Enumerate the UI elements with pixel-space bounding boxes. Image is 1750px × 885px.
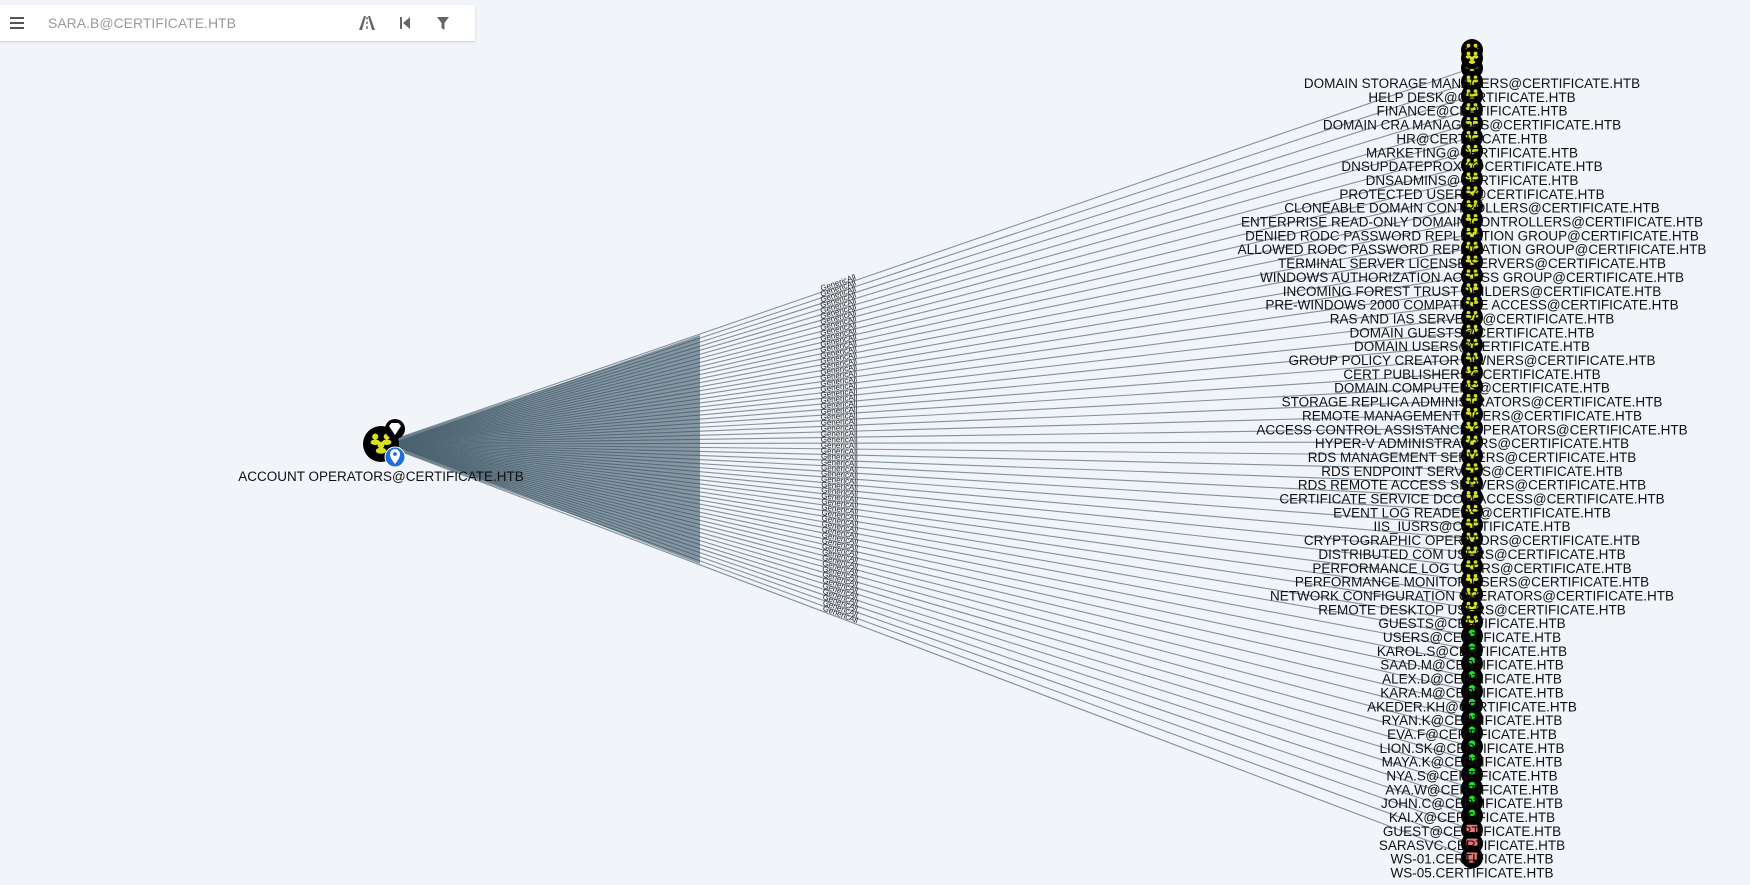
- node-label: MAYA.K@CERTIFICATE.HTB: [1382, 755, 1563, 770]
- node-label: DOMAIN STORAGE MANAGERS@CERTIFICATE.HTB: [1304, 76, 1640, 91]
- graph-canvas[interactable]: GenericAllGenericAllGenericAllGenericAll…: [0, 0, 1750, 885]
- node-label: ALLOWED RODC PASSWORD REPLICATION GROUP@…: [1238, 242, 1707, 257]
- node-label: DOMAIN GUESTS@CERTIFICATE.HTB: [1350, 325, 1595, 340]
- node-label: KAROL.S@CERTIFICATE.HTB: [1377, 644, 1567, 659]
- node-label: INCOMING FOREST TRUST BUILDERS@CERTIFICA…: [1283, 284, 1662, 299]
- node-label: PROTECTED USERS@CERTIFICATE.HTB: [1339, 187, 1604, 202]
- node-label: RYAN.K@CERTIFICATE.HTB: [1382, 713, 1563, 728]
- node-label: NETWORK CONFIGURATION OPERATORS@CERTIFIC…: [1270, 588, 1674, 603]
- edge-labels-layer: GenericAllGenericAllGenericAllGenericAll…: [819, 272, 859, 625]
- node-label: DNSADMINS@CERTIFICATE.HTB: [1366, 173, 1579, 188]
- node-label: SARASVC.CERTIFICATE.HTB: [1379, 838, 1565, 853]
- node-label: MARKETING@CERTIFICATE.HTB: [1366, 145, 1578, 160]
- node-label: DOMAIN CRA MANAGERS@CERTIFICATE.HTB: [1323, 118, 1621, 133]
- node-label: DENIED RODC PASSWORD REPLICATION GROUP@C…: [1245, 228, 1699, 243]
- group-node[interactable]: [1461, 47, 1483, 69]
- node-label: DISTRIBUTED COM USERS@CERTIFICATE.HTB: [1318, 547, 1625, 562]
- node-label: DOMAIN COMPUTERS@CERTIFICATE.HTB: [1334, 381, 1610, 396]
- node-label: WINDOWS AUTHORIZATION ACCESS GROUP@CERTI…: [1260, 270, 1684, 285]
- node-label: WS-05.CERTIFICATE.HTB: [1390, 865, 1553, 880]
- node-label: STORAGE REPLICA ADMINISTRATORS@CERTIFICA…: [1282, 395, 1663, 410]
- node-label: GROUP POLICY CREATOR OWNERS@CERTIFICATE.…: [1288, 353, 1655, 368]
- node-label: RAS AND IAS SERVERS@CERTIFICATE.HTB: [1330, 311, 1615, 326]
- node-label: AKEDER.KH@CERTIFICATE.HTB: [1367, 699, 1577, 714]
- node-label: KARA.M@CERTIFICATE.HTB: [1380, 685, 1563, 700]
- node-label: IIS_IUSRS@CERTIFICATE.HTB: [1374, 519, 1571, 534]
- node-label: PRE-WINDOWS 2000 COMPATIBLE ACCESS@CERTI…: [1265, 298, 1678, 313]
- owned-icon: [384, 446, 406, 468]
- node-label: REMOTE MANAGEMENT USERS@CERTIFICATE.HTB: [1302, 408, 1642, 423]
- edge-bundle: [389, 334, 700, 564]
- node-label: SAAD.M@CERTIFICATE.HTB: [1380, 658, 1563, 673]
- node-label: CRYPTOGRAPHIC OPERATORS@CERTIFICATE.HTB: [1304, 533, 1640, 548]
- node-label: CERTIFICATE SERVICE DCOM ACCESS@CERTIFIC…: [1279, 492, 1664, 507]
- node-label: REMOTE DESKTOP USERS@CERTIFICATE.HTB: [1318, 602, 1626, 617]
- node-label: ALEX.D@CERTIFICATE.HTB: [1382, 672, 1562, 687]
- node-label: AYA.W@CERTIFICATE.HTB: [1385, 782, 1558, 797]
- node-label: DNSUPDATEPROXY@CERTIFICATE.HTB: [1341, 159, 1602, 174]
- node-label: RDS REMOTE ACCESS SERVERS@CERTIFICATE.HT…: [1298, 478, 1646, 493]
- node-label: GUEST@CERTIFICATE.HTB: [1383, 824, 1561, 839]
- node-label: LION.SK@CERTIFICATE.HTB: [1380, 741, 1565, 756]
- node-label: CERT PUBLISHERS@CERTIFICATE.HTB: [1343, 367, 1600, 382]
- node-label: HELP DESK@CERTIFICATE.HTB: [1368, 90, 1575, 105]
- node-label: TERMINAL SERVER LICENSE SERVERS@CERTIFIC…: [1278, 256, 1666, 271]
- node-label: GUESTS@CERTIFICATE.HTB: [1378, 616, 1565, 631]
- node-label: WS-01.CERTIFICATE.HTB: [1390, 852, 1553, 867]
- node-label: NYA.S@CERTIFICATE.HTB: [1386, 769, 1557, 784]
- node-label: USERS@CERTIFICATE.HTB: [1383, 630, 1561, 645]
- node-label: DOMAIN USERS@CERTIFICATE.HTB: [1354, 339, 1590, 354]
- node-label: HYPER-V ADMINISTRATORS@CERTIFICATE.HTB: [1315, 436, 1629, 451]
- node-label: RDS MANAGEMENT SERVERS@CERTIFICATE.HTB: [1308, 450, 1637, 465]
- node-label: KAI.X@CERTIFICATE.HTB: [1389, 810, 1555, 825]
- node-label: PERFORMANCE MONITOR USERS@CERTIFICATE.HT…: [1295, 575, 1649, 590]
- source-node-label: ACCOUNT OPERATORS@CERTIFICATE.HTB: [238, 469, 523, 484]
- high-value-icon: [385, 419, 405, 439]
- node-label: JOHN.C@CERTIFICATE.HTB: [1381, 796, 1563, 811]
- node-label: PERFORMANCE LOG USERS@CERTIFICATE.HTB: [1312, 561, 1631, 576]
- node-label: EVENT LOG READERS@CERTIFICATE.HTB: [1333, 505, 1611, 520]
- node-label: ACCESS CONTROL ASSISTANCE OPERATORS@CERT…: [1256, 422, 1687, 437]
- node-label: CLONEABLE DOMAIN CONTROLLERS@CERTIFICATE…: [1284, 201, 1660, 216]
- node-label: EVA.F@CERTIFICATE.HTB: [1387, 727, 1557, 742]
- node-label: RDS ENDPOINT SERVERS@CERTIFICATE.HTB: [1321, 464, 1623, 479]
- node-label: FINANCE@CERTIFICATE.HTB: [1377, 104, 1568, 119]
- node-label: ENTERPRISE READ-ONLY DOMAIN CONTROLLERS@…: [1241, 215, 1703, 230]
- node-label: HR@CERTIFICATE.HTB: [1396, 131, 1547, 146]
